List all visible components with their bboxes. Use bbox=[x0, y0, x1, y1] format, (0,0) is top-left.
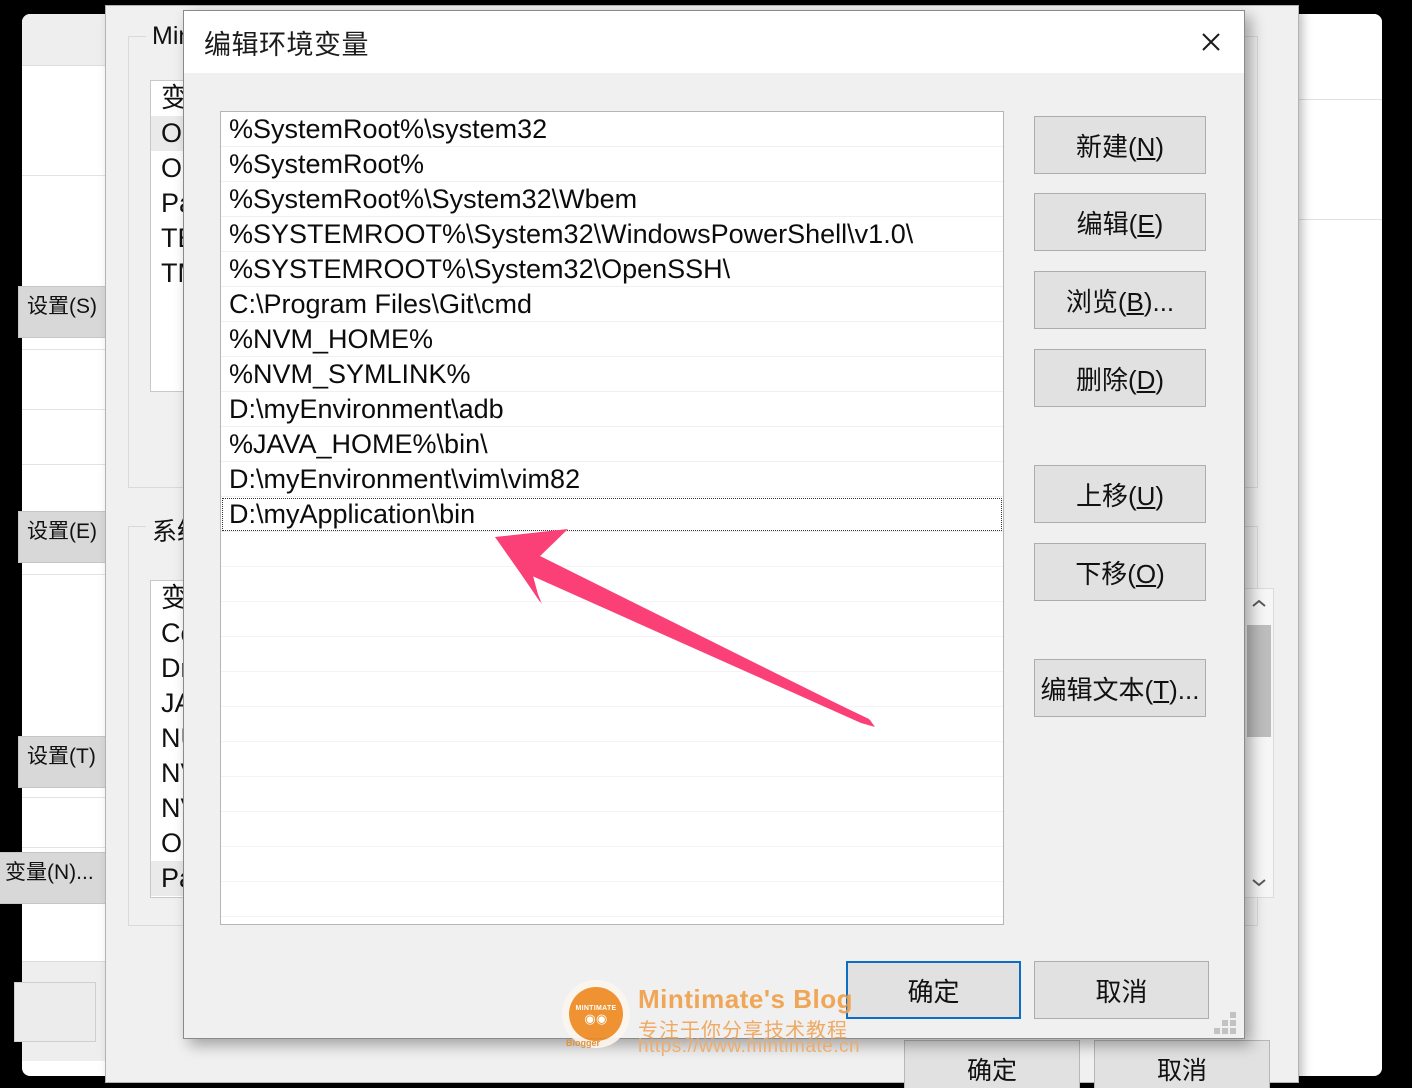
list-empty-row[interactable] bbox=[221, 567, 1003, 602]
close-icon[interactable] bbox=[1178, 11, 1244, 73]
new-button[interactable]: 新建(N) bbox=[1034, 116, 1206, 174]
list-empty-row[interactable] bbox=[221, 742, 1003, 777]
list-empty-row[interactable] bbox=[221, 672, 1003, 707]
new-button-label: 新建(N) bbox=[1075, 131, 1165, 162]
screenshot-root: 设置(S) 设置(E) 设置(T) 变量(N)... 际 Minti 变量 On… bbox=[0, 0, 1412, 1088]
system-variables-scrollbar[interactable] bbox=[1244, 588, 1274, 898]
parent-ok-button[interactable]: 确定 bbox=[904, 1040, 1080, 1088]
dialog-title-bar: 编辑环境变量 bbox=[184, 11, 1244, 73]
cancel-button[interactable]: 取消 bbox=[1034, 961, 1209, 1019]
list-item[interactable]: %NVM_HOME% bbox=[221, 322, 1003, 357]
move-up-button-label: 上移(U) bbox=[1075, 480, 1165, 511]
list-item[interactable]: C:\Program Files\Git\cmd bbox=[221, 287, 1003, 322]
edit-text-button[interactable]: 编辑文本(T)... bbox=[1034, 659, 1206, 717]
settings-s-label: 设置(S) bbox=[27, 295, 97, 318]
list-item[interactable]: D:\myEnvironment\adb bbox=[221, 392, 1003, 427]
path-entry-list[interactable]: %SystemRoot%\system32 %SystemRoot% %Syst… bbox=[220, 111, 1004, 925]
delete-button-label: 删除(D) bbox=[1075, 364, 1165, 395]
list-empty-row[interactable] bbox=[221, 847, 1003, 882]
browse-button-label: 浏览(B)... bbox=[1065, 286, 1175, 317]
new-variable-label: 变量(N)... bbox=[5, 861, 94, 884]
new-variable-button[interactable]: 变量(N)... bbox=[0, 852, 114, 904]
list-item[interactable]: D:\myEnvironment\vim\vim82 bbox=[221, 462, 1003, 497]
list-item[interactable]: %SystemRoot%\System32\Wbem bbox=[221, 182, 1003, 217]
list-item[interactable]: %JAVA_HOME%\bin\ bbox=[221, 427, 1003, 462]
edit-button[interactable]: 编辑(E) bbox=[1034, 193, 1206, 251]
chevron-up-icon[interactable] bbox=[1245, 589, 1273, 619]
list-item[interactable]: %SYSTEMROOT%\System32\OpenSSH\ bbox=[221, 252, 1003, 287]
move-down-button-label: 下移(O) bbox=[1075, 558, 1165, 589]
list-empty-row[interactable] bbox=[221, 812, 1003, 847]
list-item[interactable]: %NVM_SYMLINK% bbox=[221, 357, 1003, 392]
list-empty-row[interactable] bbox=[221, 882, 1003, 917]
list-empty-row[interactable] bbox=[221, 777, 1003, 812]
browse-button[interactable]: 浏览(B)... bbox=[1034, 271, 1206, 329]
list-item[interactable]: %SYSTEMROOT%\System32\WindowsPowerShell\… bbox=[221, 217, 1003, 252]
scrollbar-thumb[interactable] bbox=[1247, 625, 1271, 737]
parent-cancel-button[interactable]: 取消 bbox=[1094, 1040, 1270, 1088]
settings-e-label: 设置(E) bbox=[27, 520, 97, 543]
settings-t-button[interactable]: 设置(T) bbox=[18, 736, 113, 788]
edit-environment-variable-dialog: 编辑环境变量 %SystemRoot%\system32 %SystemRoot… bbox=[183, 10, 1245, 1039]
parent-ok-label: 确定 bbox=[966, 1057, 1017, 1085]
settings-e-button[interactable]: 设置(E) bbox=[18, 511, 113, 563]
settings-s-button[interactable]: 设置(S) bbox=[18, 286, 113, 338]
move-down-button[interactable]: 下移(O) bbox=[1034, 543, 1206, 601]
move-up-button[interactable]: 上移(U) bbox=[1034, 465, 1206, 523]
ok-button[interactable]: 确定 bbox=[846, 961, 1021, 1019]
page-title: 编辑环境变量 bbox=[204, 29, 369, 60]
edit-text-button-label: 编辑文本(T)... bbox=[1040, 674, 1200, 705]
list-item[interactable]: %SystemRoot%\system32 bbox=[221, 112, 1003, 147]
delete-button[interactable]: 删除(D) bbox=[1034, 349, 1206, 407]
edit-button-label: 编辑(E) bbox=[1076, 208, 1164, 239]
list-empty-row[interactable] bbox=[221, 602, 1003, 637]
list-item-focused[interactable]: D:\myApplication\bin bbox=[221, 497, 1003, 532]
chevron-down-icon[interactable] bbox=[1245, 867, 1273, 897]
settings-t-label: 设置(T) bbox=[27, 745, 96, 768]
backmost-footer-button-1[interactable] bbox=[14, 982, 96, 1042]
list-empty-row[interactable] bbox=[221, 532, 1003, 567]
ok-button-label: 确定 bbox=[907, 976, 960, 1007]
list-item[interactable]: %SystemRoot% bbox=[221, 147, 1003, 182]
list-empty-row[interactable] bbox=[221, 637, 1003, 672]
resize-grip-icon[interactable] bbox=[1214, 1012, 1236, 1034]
cancel-button-label: 取消 bbox=[1095, 976, 1148, 1007]
parent-cancel-label: 取消 bbox=[1156, 1057, 1207, 1085]
list-empty-row[interactable] bbox=[221, 707, 1003, 742]
